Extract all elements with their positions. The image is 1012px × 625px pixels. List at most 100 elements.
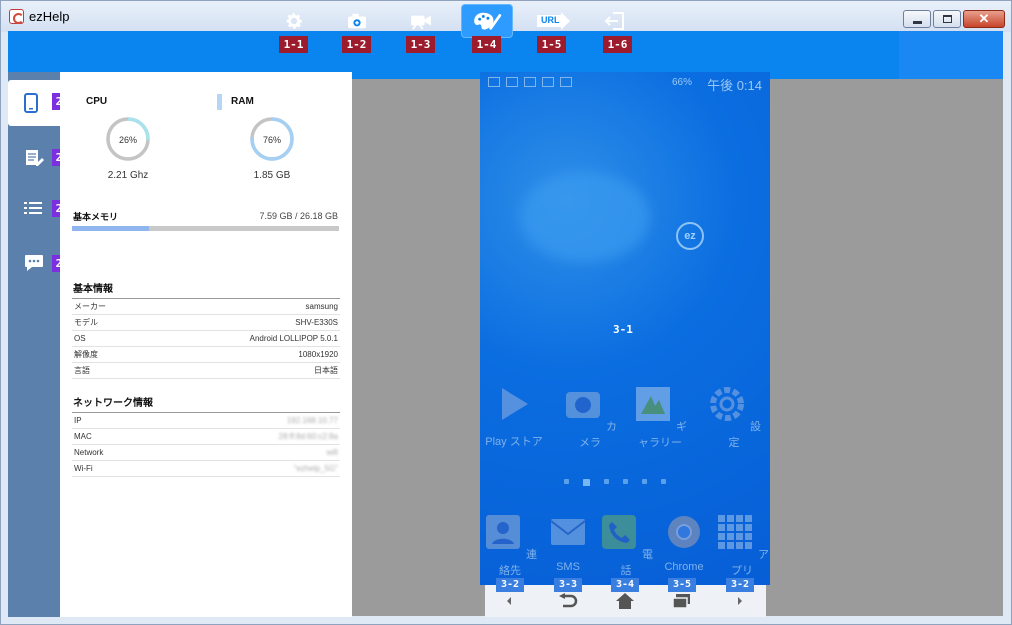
url-tool-button[interactable]: URL <box>530 4 576 38</box>
camera-app-icon <box>565 392 600 418</box>
network-info-table: IP 192.168.10.77 MAC 28:ff:8d:60:c2:8a Net… <box>72 412 340 477</box>
email-icon <box>542 77 554 87</box>
home-page-dot <box>583 479 590 486</box>
ezhelp-widget-icon[interactable]: ez <box>676 222 704 250</box>
list-icon <box>24 202 42 214</box>
battery-level: 66% <box>671 77 692 88</box>
app-label: Play ストア <box>485 436 543 448</box>
gear-icon <box>286 13 303 29</box>
row-key: Wi-Fi <box>74 464 93 473</box>
minimize-icon <box>912 20 922 24</box>
app-settings[interactable]: 設定 <box>704 384 764 450</box>
window-controls: ✕ <box>903 10 1005 28</box>
tool-badge: 1-6 <box>603 36 632 53</box>
nav-badge: 3-2 <box>496 578 524 592</box>
page-indicator <box>564 479 666 486</box>
ram-marker <box>217 94 222 110</box>
video-camera-icon <box>411 15 431 30</box>
row-key: モデル <box>74 318 98 327</box>
row-value: 1080x1920 <box>298 350 338 359</box>
app-label: 連絡先 <box>499 549 538 577</box>
tool-badge: 1-1 <box>279 36 308 53</box>
table-row: OS Android LOLLIPOP 5.0.1 <box>72 331 340 347</box>
memory-bar <box>72 226 339 231</box>
tool-badge: 1-5 <box>537 36 566 53</box>
screenshot-tool-button[interactable] <box>335 4 379 38</box>
app-play-store[interactable]: Play ストア <box>484 384 544 449</box>
app-label: 設定 <box>728 421 762 449</box>
note-edit-icon <box>26 150 44 166</box>
row-key: メーカー <box>74 302 106 311</box>
app-contacts[interactable]: 連絡先 <box>480 512 540 578</box>
row-value: samsung <box>305 302 338 311</box>
table-row: 言語 日本語 <box>72 363 340 379</box>
phone-call-icon <box>601 515 636 549</box>
gallery-icon <box>635 387 670 421</box>
basic-info-table: メーカー samsung モデル SHV-E330S OS Android LOLLI… <box>72 298 340 379</box>
minimize-button[interactable] <box>903 10 931 28</box>
nav-badge: 3-4 <box>611 578 639 592</box>
phone-status-bar: 66% 午後 0:14 <box>480 72 770 94</box>
row-key: IP <box>74 416 82 425</box>
memory-value: 7.59 GB / 26.18 GB <box>259 211 338 221</box>
page-dot <box>604 479 609 484</box>
contacts-icon <box>485 515 520 549</box>
app-label: SMS <box>556 561 580 573</box>
maximize-icon <box>942 15 952 23</box>
url-label: URL <box>541 15 560 25</box>
app-label: カメラ <box>579 421 618 449</box>
basic-info-title: 基本情報 <box>73 284 113 295</box>
settings-tool-button[interactable] <box>272 4 316 38</box>
sms-icon <box>550 519 586 545</box>
app-camera[interactable]: カメラ <box>560 384 620 450</box>
ram-gauge: 76% <box>250 117 294 161</box>
record-tool-button[interactable] <box>399 4 443 38</box>
settings-icon <box>709 387 744 421</box>
home-icon <box>616 593 634 609</box>
window-title: ezHelp <box>29 9 70 24</box>
camera-icon <box>348 13 366 29</box>
page-dot <box>642 479 647 484</box>
play-store-icon <box>502 388 528 420</box>
row-value: 日本語 <box>314 366 338 375</box>
row-key: 解像度 <box>74 350 98 359</box>
palette-brush-icon <box>474 12 502 30</box>
table-row: 解像度 1080x1920 <box>72 347 340 363</box>
maximize-button[interactable] <box>933 10 961 28</box>
toolbar-extension <box>899 31 1003 79</box>
app-chrome[interactable]: Chrome <box>654 512 714 573</box>
draw-tool-button[interactable] <box>461 4 513 38</box>
app-sms[interactable]: SMS <box>538 512 598 573</box>
close-icon: ✕ <box>978 11 990 26</box>
chat-icon <box>25 255 43 271</box>
cpu-title: CPU <box>86 96 108 107</box>
exit-tool-button[interactable] <box>593 4 637 38</box>
app-label: アプリ <box>731 549 770 577</box>
page-dot <box>623 479 628 484</box>
status-icons <box>488 77 572 87</box>
ezhelp-logo-icon <box>9 9 24 24</box>
table-row: Wi-Fi "ezhelp_5G" <box>72 461 340 477</box>
app-phone[interactable]: 電話 <box>596 512 656 578</box>
screen-badge: 3-1 <box>613 323 633 336</box>
app-drawer[interactable]: アプリ <box>712 512 770 578</box>
gallery-notification-icon <box>506 77 518 87</box>
ram-title: RAM <box>231 96 254 107</box>
phone-screen[interactable]: 66% 午後 0:14 ez 3-1 Play ストア カメラ ギャラリー 設定… <box>480 72 770 585</box>
row-value: wifi <box>326 448 338 457</box>
nav-badge: 3-2 <box>726 578 754 592</box>
phone-icon <box>24 93 38 113</box>
app-label: Chrome <box>664 561 704 573</box>
row-value: SHV-E330S <box>295 318 338 327</box>
cpu-gauge: 26% <box>106 117 150 161</box>
network-info-title: ネットワーク情報 <box>73 398 153 409</box>
close-button[interactable]: ✕ <box>963 10 1005 28</box>
tool-badge: 1-2 <box>342 36 371 53</box>
row-key: MAC <box>74 432 92 441</box>
app-gallery[interactable]: ギャラリー <box>630 384 690 450</box>
nav-badge: 3-3 <box>554 578 582 592</box>
row-value: Android LOLLIPOP 5.0.1 <box>249 334 338 343</box>
cpu-percent: 26% <box>119 135 137 145</box>
memory-bar-fill <box>72 226 150 231</box>
row-key: 言語 <box>74 366 90 375</box>
